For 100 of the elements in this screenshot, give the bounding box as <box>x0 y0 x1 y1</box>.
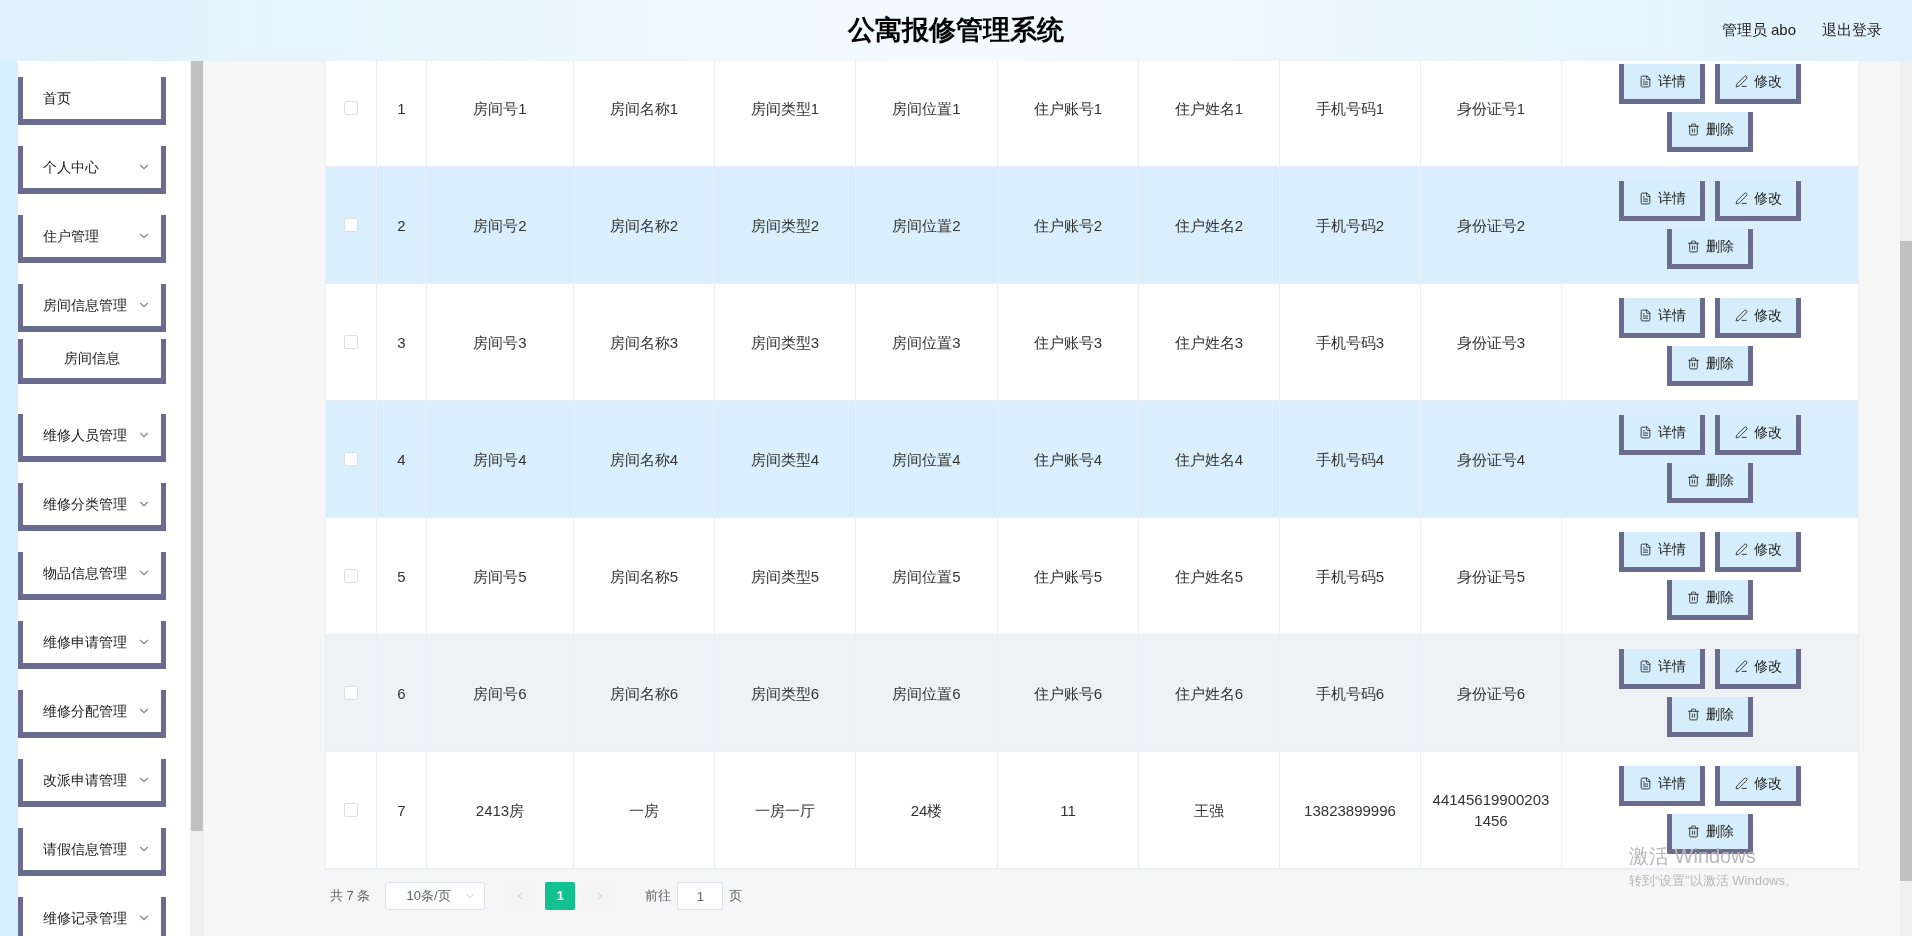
edit-button[interactable]: 修改 <box>1715 298 1801 338</box>
delete-button[interactable]: 删除 <box>1667 346 1753 386</box>
sidebar-item[interactable]: 住户管理 <box>18 215 166 263</box>
sidebar-subitem[interactable]: 房间信息 <box>18 339 166 384</box>
logout-link[interactable]: 退出登录 <box>1822 19 1882 42</box>
trash-icon <box>1686 474 1700 487</box>
detail-button[interactable]: 详情 <box>1619 766 1705 806</box>
table-cell-text: 房间号5 <box>473 566 527 587</box>
sidebar-item[interactable]: 维修记录管理 <box>18 897 166 936</box>
trash-icon <box>1686 825 1700 838</box>
table-cell-text: 身份证号3 <box>1456 332 1526 353</box>
table-cell-text: 手机号码5 <box>1315 566 1385 587</box>
table-cell-text: 房间位置4 <box>892 449 961 470</box>
table-cell-text: 4 <box>397 449 406 470</box>
table-cell-text: 住户账号1 <box>1033 98 1103 119</box>
table-cell-text: 房间位置1 <box>892 98 961 119</box>
table-cell-text: 11 <box>1060 800 1076 821</box>
pencil-icon <box>1734 777 1748 790</box>
detail-button[interactable]: 详情 <box>1619 649 1705 689</box>
sidebar-item[interactable]: 改派申请管理 <box>18 759 166 807</box>
trash-icon <box>1686 123 1700 136</box>
table-cell-text: 24楼 <box>910 800 943 821</box>
sidebar-item[interactable]: 个人中心 <box>18 146 166 194</box>
document-icon <box>1638 660 1652 673</box>
sidebar-item[interactable]: 维修申请管理 <box>18 621 166 669</box>
table-cell-text: 441456199002031456 <box>1431 790 1551 831</box>
table-cell-text: 房间号6 <box>473 683 527 704</box>
sidebar-item[interactable]: 请假信息管理 <box>18 828 166 876</box>
table-cell-text: 房间类型4 <box>750 449 820 470</box>
detail-button[interactable]: 详情 <box>1619 181 1705 221</box>
edit-button[interactable]: 修改 <box>1715 181 1801 221</box>
table-cell-text: 房间号4 <box>473 449 527 470</box>
trash-icon <box>1686 708 1700 721</box>
table-cell-text: 房间位置5 <box>892 566 961 587</box>
detail-button[interactable]: 详情 <box>1619 298 1705 338</box>
table-cell-text: 房间名称4 <box>609 449 679 470</box>
page-scrollbar[interactable] <box>1900 61 1912 936</box>
row-checkbox[interactable] <box>344 803 358 817</box>
table-cell-text: 身份证号1 <box>1456 98 1526 119</box>
edit-button[interactable]: 修改 <box>1715 64 1801 104</box>
sidebar-item[interactable]: 维修分类管理 <box>18 483 166 531</box>
table-cell-text: 房间类型6 <box>750 683 820 704</box>
pencil-icon <box>1734 192 1748 205</box>
page-size-select[interactable]: 10条/页 <box>385 882 486 910</box>
document-icon <box>1638 426 1652 439</box>
sidebar-item[interactable]: 首页 <box>18 77 166 125</box>
sidebar-item[interactable]: 房间信息管理 <box>18 284 166 332</box>
pencil-icon <box>1734 426 1748 439</box>
sidebar-item[interactable]: 物品信息管理 <box>18 552 166 600</box>
total-count: 共 7 条 <box>330 887 371 906</box>
table-cell-text: 房间位置3 <box>892 332 961 353</box>
table-cell-text: 房间号3 <box>473 332 527 353</box>
table-cell-text: 一房一厅 <box>755 800 815 821</box>
table-cell-text: 身份证号6 <box>1456 683 1526 704</box>
table-cell-text: 房间名称3 <box>609 332 679 353</box>
table-cell-text: 1 <box>397 98 406 119</box>
delete-button[interactable]: 删除 <box>1667 697 1753 737</box>
delete-button[interactable]: 删除 <box>1667 463 1753 503</box>
table-cell-text: 房间类型1 <box>750 98 820 119</box>
delete-button[interactable]: 删除 <box>1667 229 1753 269</box>
detail-button[interactable]: 详情 <box>1619 64 1705 104</box>
table-cell-text: 房间位置6 <box>892 683 961 704</box>
table-cell-text: 住户姓名6 <box>1174 683 1244 704</box>
table-cell-text: 住户账号4 <box>1033 449 1103 470</box>
table-cell-text: 房间类型3 <box>750 332 820 353</box>
row-checkbox[interactable] <box>344 218 358 232</box>
table-cell-text: 房间名称2 <box>609 215 679 236</box>
table-cell-text: 房间位置2 <box>892 215 961 236</box>
table-cell-text: 手机号码4 <box>1315 449 1385 470</box>
delete-button[interactable]: 删除 <box>1667 580 1753 620</box>
sidebar-item[interactable]: 维修分配管理 <box>18 690 166 738</box>
pencil-icon <box>1734 75 1748 88</box>
sidebar-item[interactable]: 维修人员管理 <box>18 414 166 462</box>
table-cell-text: 房间名称1 <box>609 98 679 119</box>
sidebar-scrollbar[interactable] <box>190 61 204 936</box>
table-cell-text: 住户姓名1 <box>1174 98 1244 119</box>
table-cell-text: 身份证号4 <box>1456 449 1526 470</box>
table-cell-text: 住户账号3 <box>1033 332 1103 353</box>
document-icon <box>1638 75 1652 88</box>
detail-button[interactable]: 详情 <box>1619 415 1705 455</box>
detail-button[interactable]: 详情 <box>1619 532 1705 572</box>
document-icon <box>1638 309 1652 322</box>
row-checkbox[interactable] <box>344 686 358 700</box>
table-cell-text: 住户姓名3 <box>1174 332 1244 353</box>
table-cell-text: 房间号2 <box>473 215 527 236</box>
edit-button[interactable]: 修改 <box>1715 649 1801 689</box>
table-cell-text: 王强 <box>1194 800 1224 821</box>
row-checkbox[interactable] <box>344 569 358 583</box>
row-checkbox[interactable] <box>344 335 358 349</box>
row-checkbox[interactable] <box>344 101 358 115</box>
edit-button[interactable]: 修改 <box>1715 532 1801 572</box>
edit-button[interactable]: 修改 <box>1715 415 1801 455</box>
document-icon <box>1638 192 1652 205</box>
goto-page-field[interactable]: 1 <box>677 882 724 910</box>
delete-button[interactable]: 删除 <box>1667 112 1753 152</box>
table-cell-text: 手机号码2 <box>1315 215 1385 236</box>
edit-button[interactable]: 修改 <box>1715 766 1801 806</box>
row-checkbox[interactable] <box>344 452 358 466</box>
activation-message: 转到“设置”以激活 Windows。 <box>1629 872 1798 890</box>
table-cell-text: 房间名称6 <box>609 683 679 704</box>
